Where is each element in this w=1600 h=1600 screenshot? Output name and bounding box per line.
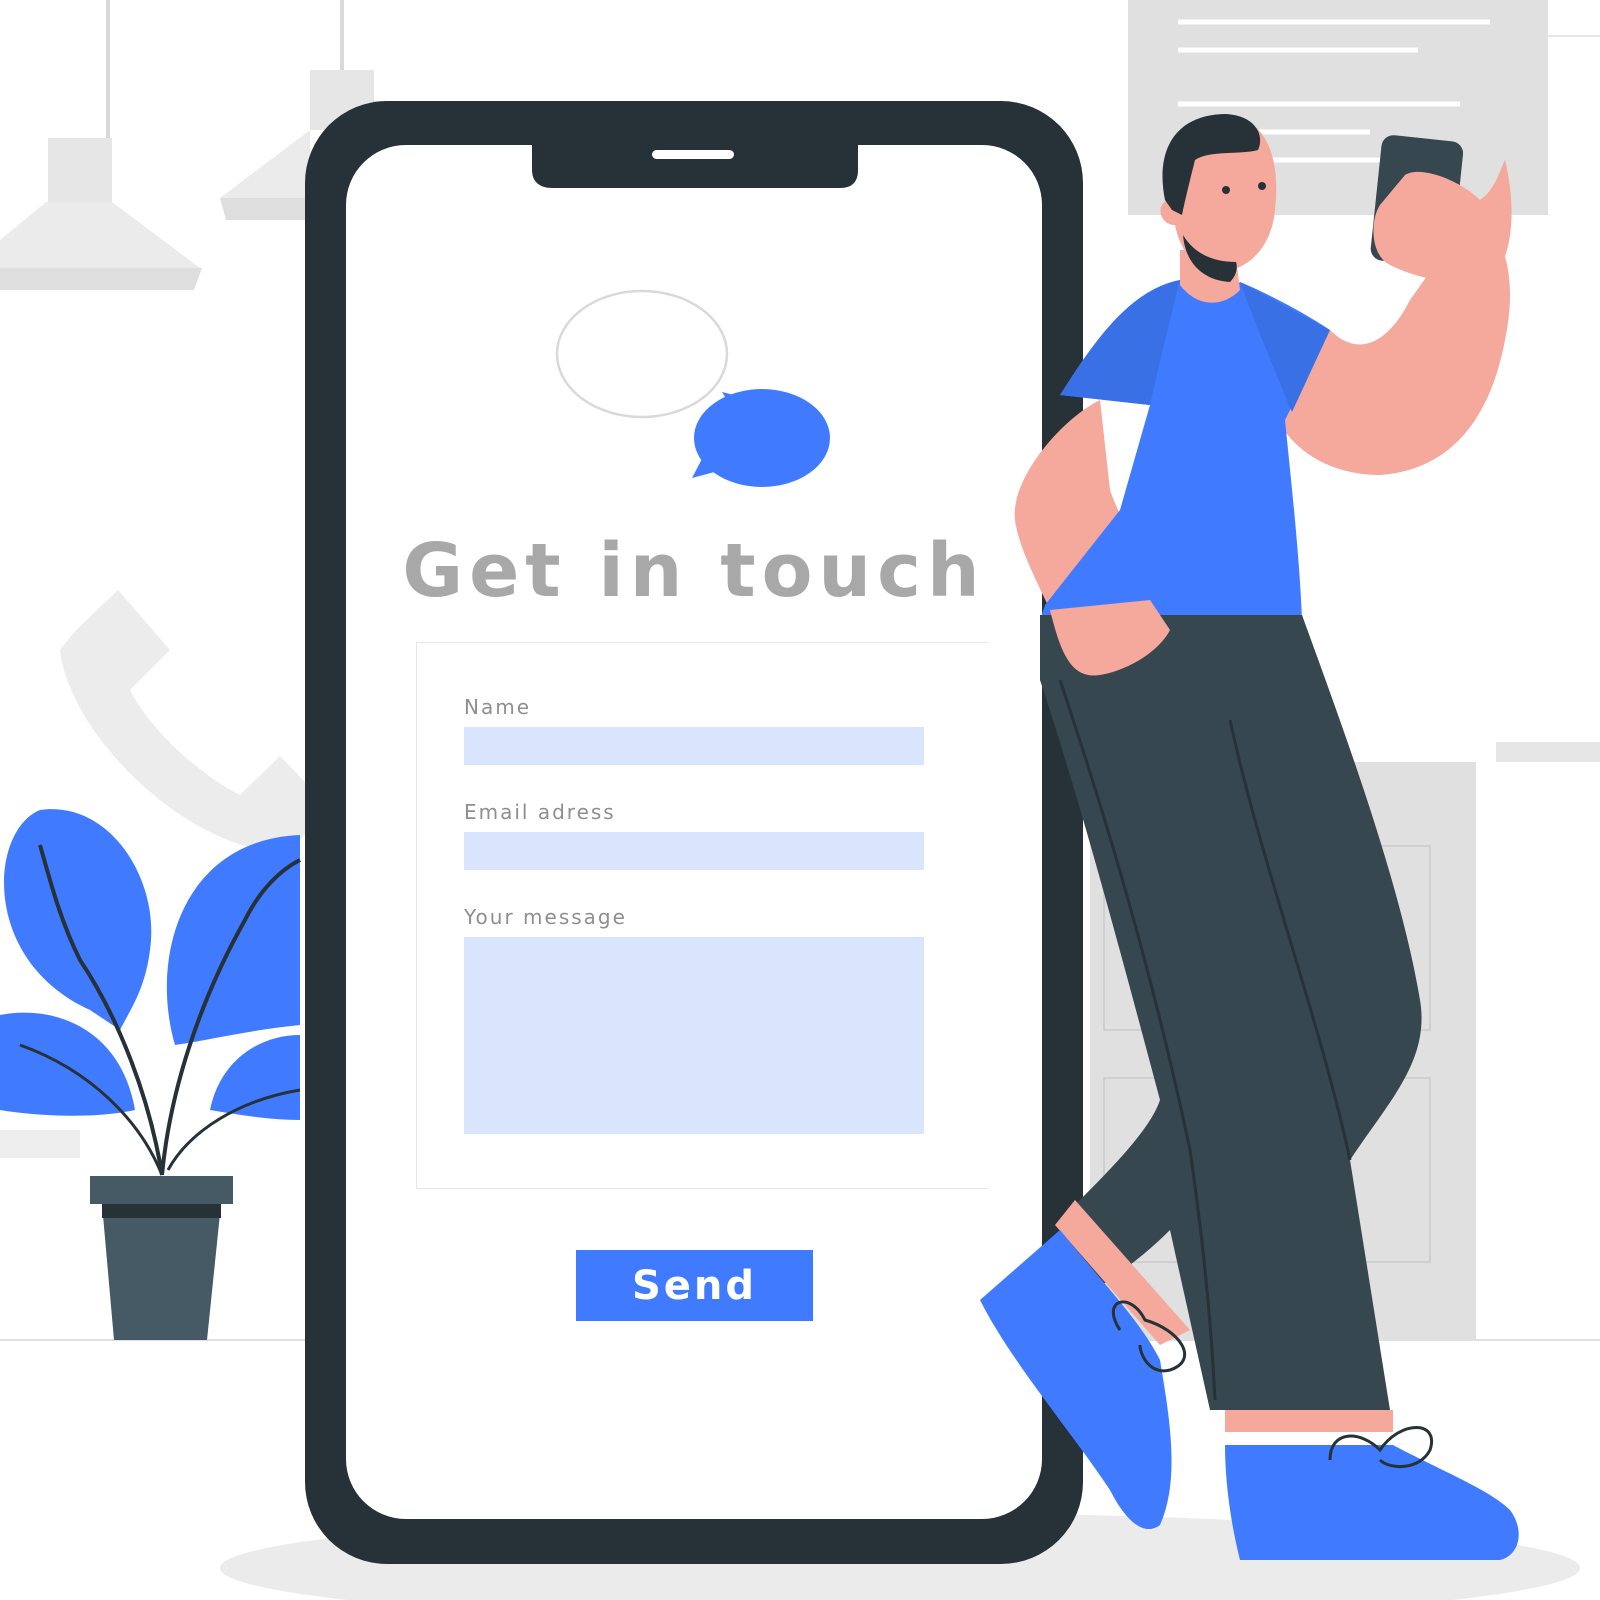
page-title: Get in touch [402, 528, 986, 614]
contact-form: Name Email adress Your message [416, 642, 988, 1189]
phone-screen: Get in touch Name Email adress Your mess… [346, 145, 1042, 1519]
message-label: Your message [464, 905, 627, 929]
name-input[interactable] [464, 727, 924, 765]
potted-plant [0, 809, 301, 1340]
message-input[interactable] [464, 937, 924, 1134]
send-button[interactable]: Send [576, 1250, 813, 1321]
email-label: Email adress [464, 800, 616, 824]
name-label: Name [464, 695, 532, 719]
email-input[interactable] [464, 832, 924, 870]
pendant-lamp-left [0, 0, 202, 290]
wall-panel-left [0, 1130, 80, 1158]
telephone-handset-icon [60, 590, 330, 851]
